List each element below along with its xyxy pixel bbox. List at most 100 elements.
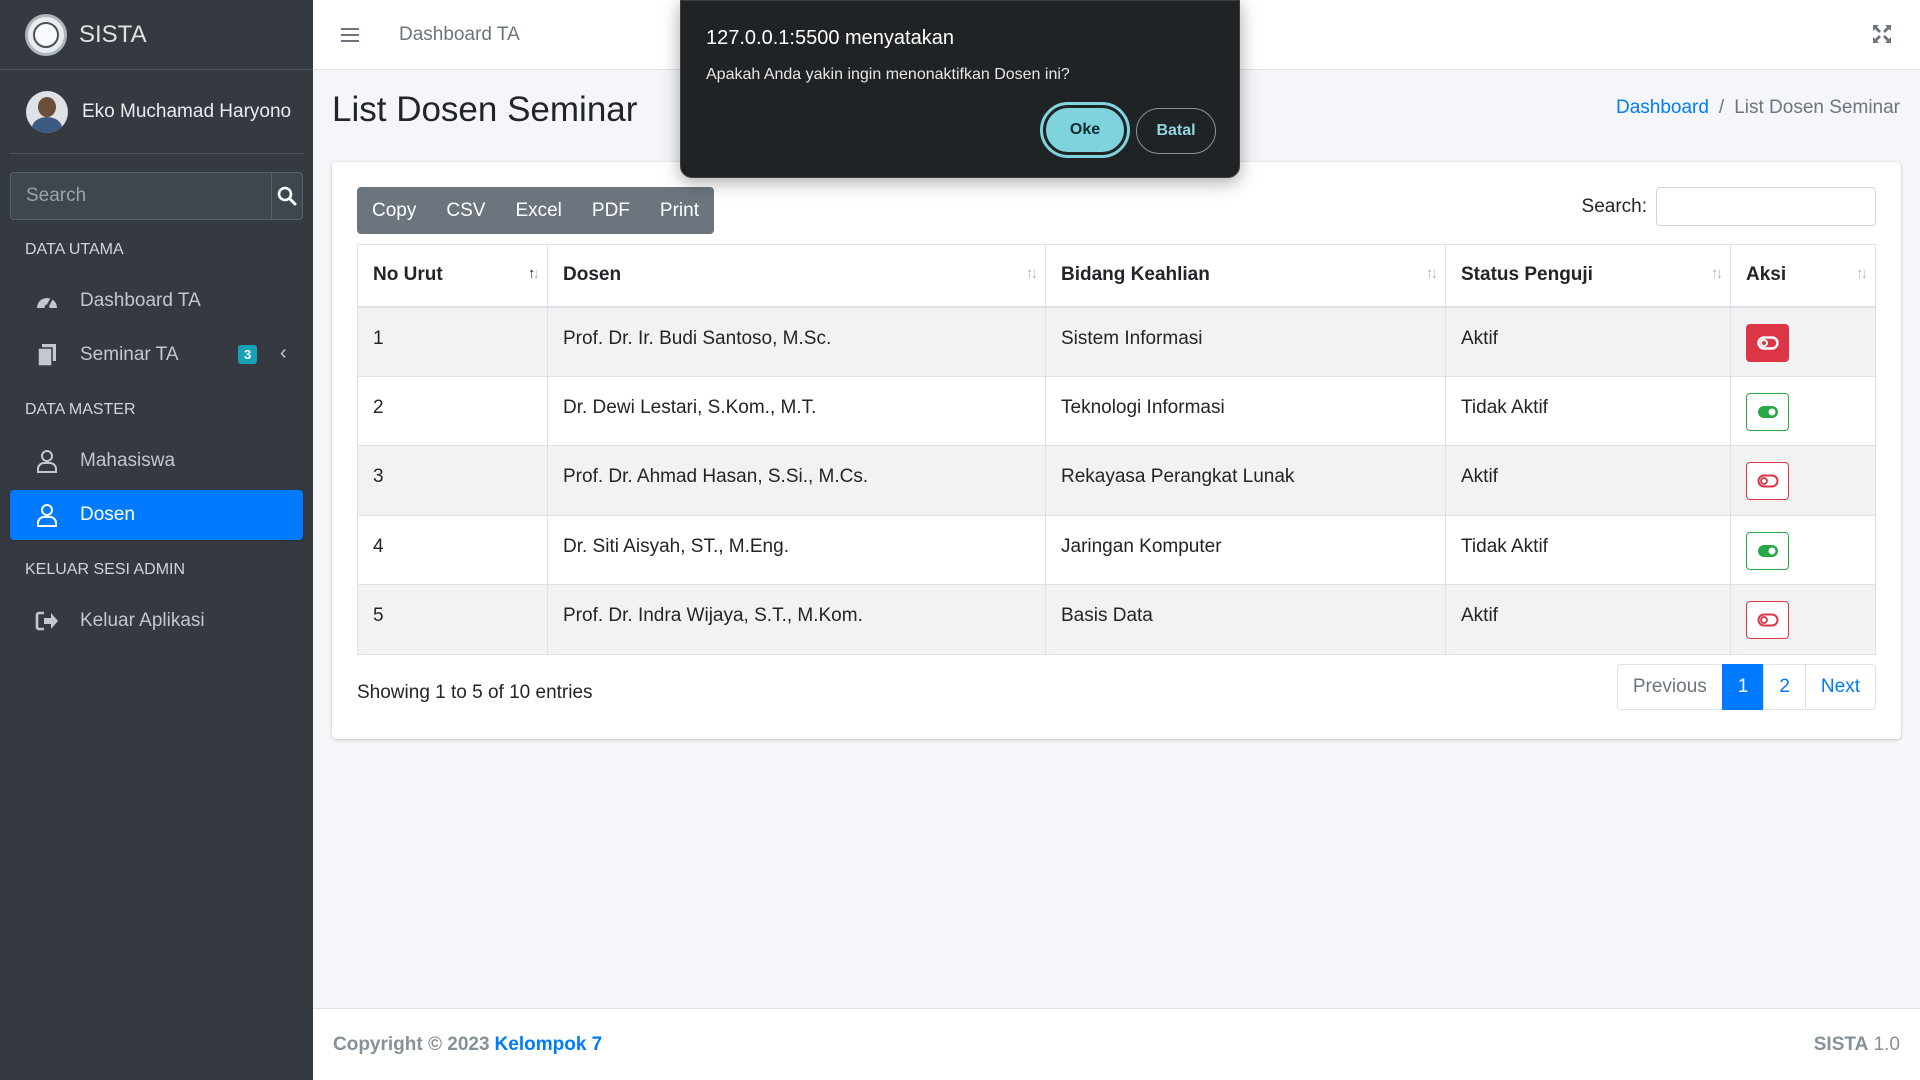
sidebar-item-label: Dosen <box>80 504 135 525</box>
table-row: 1 Prof. Dr. Ir. Budi Santoso, M.Sc. Sist… <box>357 306 1876 377</box>
copy-icon <box>34 342 60 368</box>
brand-link[interactable]: SISTA <box>0 0 313 70</box>
dosen-table-card: Copy CSV Excel PDF Print Search: No Urut… <box>332 162 1901 739</box>
fullscreen-icon[interactable] <box>1872 24 1892 49</box>
dosen-table: No Urut ↑↓ Dosen ↑↓ Bidang Keahlian ↑↓ Stat… <box>357 244 1876 655</box>
export-button-group: Copy CSV Excel PDF Print <box>357 187 714 234</box>
cell-status: Aktif <box>1445 445 1731 516</box>
pagination-previous[interactable]: Previous <box>1616 664 1723 710</box>
seminar-count-badge: 3 <box>238 345 258 364</box>
pagination-page-1[interactable]: 1 <box>1721 664 1765 710</box>
cell-aksi <box>1730 514 1876 585</box>
pdf-button[interactable]: PDF <box>577 187 645 234</box>
footer: Copyright © 2023 Kelompok 7 SISTA 1.0 <box>313 1008 1920 1080</box>
sort-icon: ↑↓ <box>1711 265 1723 282</box>
sign-out-icon <box>34 608 60 634</box>
cell-status: Aktif <box>1445 584 1731 655</box>
table-search: Search: <box>1582 187 1876 226</box>
pagination: Previous 1 2 Next <box>1616 664 1876 710</box>
user-name[interactable]: Eko Muchamad Haryono <box>82 101 291 123</box>
sidebar-item-seminar[interactable]: Seminar TA 3 ‹ <box>10 330 303 380</box>
sidebar-item-label: Keluar Aplikasi <box>80 610 205 631</box>
cell-no: 3 <box>357 445 548 516</box>
chevron-left-icon: ‹ <box>280 342 287 364</box>
avatar <box>26 90 68 133</box>
table-info: Showing 1 to 5 of 10 entries <box>357 682 593 703</box>
user-panel[interactable]: Eko Muchamad Haryono <box>10 70 303 154</box>
footer-version: SISTA 1.0 <box>1813 1033 1900 1055</box>
nav-header-keluar: KELUAR SESI ADMIN <box>25 561 186 578</box>
dialog-ok-button[interactable]: Oke <box>1040 102 1130 158</box>
copy-button[interactable]: Copy <box>357 187 431 234</box>
column-header-bidang[interactable]: Bidang Keahlian ↑↓ <box>1045 244 1446 308</box>
column-header-dosen[interactable]: Dosen ↑↓ <box>547 244 1046 308</box>
cell-bidang: Sistem Informasi <box>1045 306 1446 377</box>
cell-status: Tidak Aktif <box>1445 514 1731 585</box>
sidebar-item-label: Dashboard TA <box>80 290 201 311</box>
tachometer-icon <box>34 288 60 314</box>
toggle-off-icon <box>1756 335 1779 350</box>
cell-aksi <box>1730 445 1876 516</box>
dialog-message: Apakah Anda yakin ingin menonaktifkan Do… <box>706 66 1070 83</box>
cell-bidang: Rekayasa Perangkat Lunak <box>1045 445 1446 516</box>
nav-header-data-master: DATA MASTER <box>25 401 136 418</box>
footer-copyright: Copyright © 2023 <box>333 1033 490 1055</box>
cell-status: Aktif <box>1445 306 1731 377</box>
toggle-off-icon <box>1757 613 1778 627</box>
toggle-on-icon <box>1757 405 1778 418</box>
sidebar-search-input[interactable] <box>10 172 271 220</box>
sidebar-item-label: Seminar TA <box>80 344 179 365</box>
cell-aksi <box>1730 584 1876 655</box>
footer-team-link[interactable]: Kelompok 7 <box>495 1034 603 1056</box>
deactivate-button[interactable] <box>1746 323 1789 362</box>
pagination-next[interactable]: Next <box>1804 664 1876 710</box>
brand-logo <box>25 13 67 56</box>
sidebar-item-dosen[interactable]: Dosen <box>10 490 303 540</box>
user-icon <box>34 502 60 528</box>
sidebar-item-mahasiswa[interactable]: Mahasiswa <box>10 436 303 486</box>
column-header-no-urut[interactable]: No Urut ↑↓ <box>357 244 548 308</box>
breadcrumb-dashboard[interactable]: Dashboard <box>1616 97 1709 119</box>
sidebar-item-dashboard[interactable]: Dashboard TA <box>10 276 303 326</box>
csv-button[interactable]: CSV <box>431 187 500 234</box>
nav-header-data-utama: DATA UTAMA <box>25 241 124 258</box>
cell-no: 4 <box>357 514 548 585</box>
print-button[interactable]: Print <box>645 187 714 234</box>
deactivate-button[interactable] <box>1746 462 1789 500</box>
cell-no: 2 <box>357 375 548 446</box>
excel-button[interactable]: Excel <box>500 187 576 234</box>
activate-button[interactable] <box>1746 531 1789 570</box>
sort-asc-icon: ↑↓ <box>528 265 540 282</box>
user-icon <box>34 448 60 474</box>
page-title: List Dosen Seminar <box>332 90 638 129</box>
column-header-status[interactable]: Status Penguji ↑↓ <box>1445 244 1731 308</box>
cell-dosen: Prof. Dr. Ahmad Hasan, S.Si., M.Cs. <box>547 445 1046 516</box>
cell-dosen: Dr. Siti Aisyah, ST., M.Eng. <box>547 514 1046 585</box>
search-icon <box>277 186 297 206</box>
column-header-aksi[interactable]: Aksi ↑↓ <box>1730 244 1876 308</box>
cell-dosen: Prof. Dr. Ir. Budi Santoso, M.Sc. <box>547 306 1046 377</box>
table-row: 4 Dr. Siti Aisyah, ST., M.Eng. Jaringan … <box>357 514 1876 585</box>
cell-status: Tidak Aktif <box>1445 375 1731 446</box>
dialog-title: 127.0.0.1:5500 menyatakan <box>706 27 954 49</box>
confirm-dialog: 127.0.0.1:5500 menyatakan Apakah Anda ya… <box>680 0 1240 178</box>
dialog-cancel-button[interactable]: Batal <box>1136 108 1216 154</box>
toggle-on-icon <box>1757 544 1778 557</box>
cell-dosen: Prof. Dr. Indra Wijaya, S.T., M.Kom. <box>547 584 1046 655</box>
breadcrumb: Dashboard / List Dosen Seminar <box>1616 97 1900 119</box>
search-button[interactable] <box>271 172 303 220</box>
deactivate-button[interactable] <box>1746 601 1789 639</box>
table-row: 2 Dr. Dewi Lestari, S.Kom., M.T. Teknolo… <box>357 375 1876 446</box>
sort-icon: ↑↓ <box>1856 265 1868 282</box>
table-search-input[interactable] <box>1656 187 1876 226</box>
topbar-link-dashboard[interactable]: Dashboard TA <box>399 24 520 46</box>
pagination-page-2[interactable]: 2 <box>1763 664 1806 710</box>
table-row: 5 Prof. Dr. Indra Wijaya, S.T., M.Kom. B… <box>357 584 1876 655</box>
cell-bidang: Teknologi Informasi <box>1045 375 1446 446</box>
menu-toggle-icon[interactable] <box>341 27 359 42</box>
breadcrumb-separator: / <box>1718 97 1725 118</box>
sidebar-item-logout[interactable]: Keluar Aplikasi <box>10 596 303 646</box>
sidebar-item-label: Mahasiswa <box>80 450 176 471</box>
sort-icon: ↑↓ <box>1426 265 1438 282</box>
activate-button[interactable] <box>1746 392 1789 431</box>
